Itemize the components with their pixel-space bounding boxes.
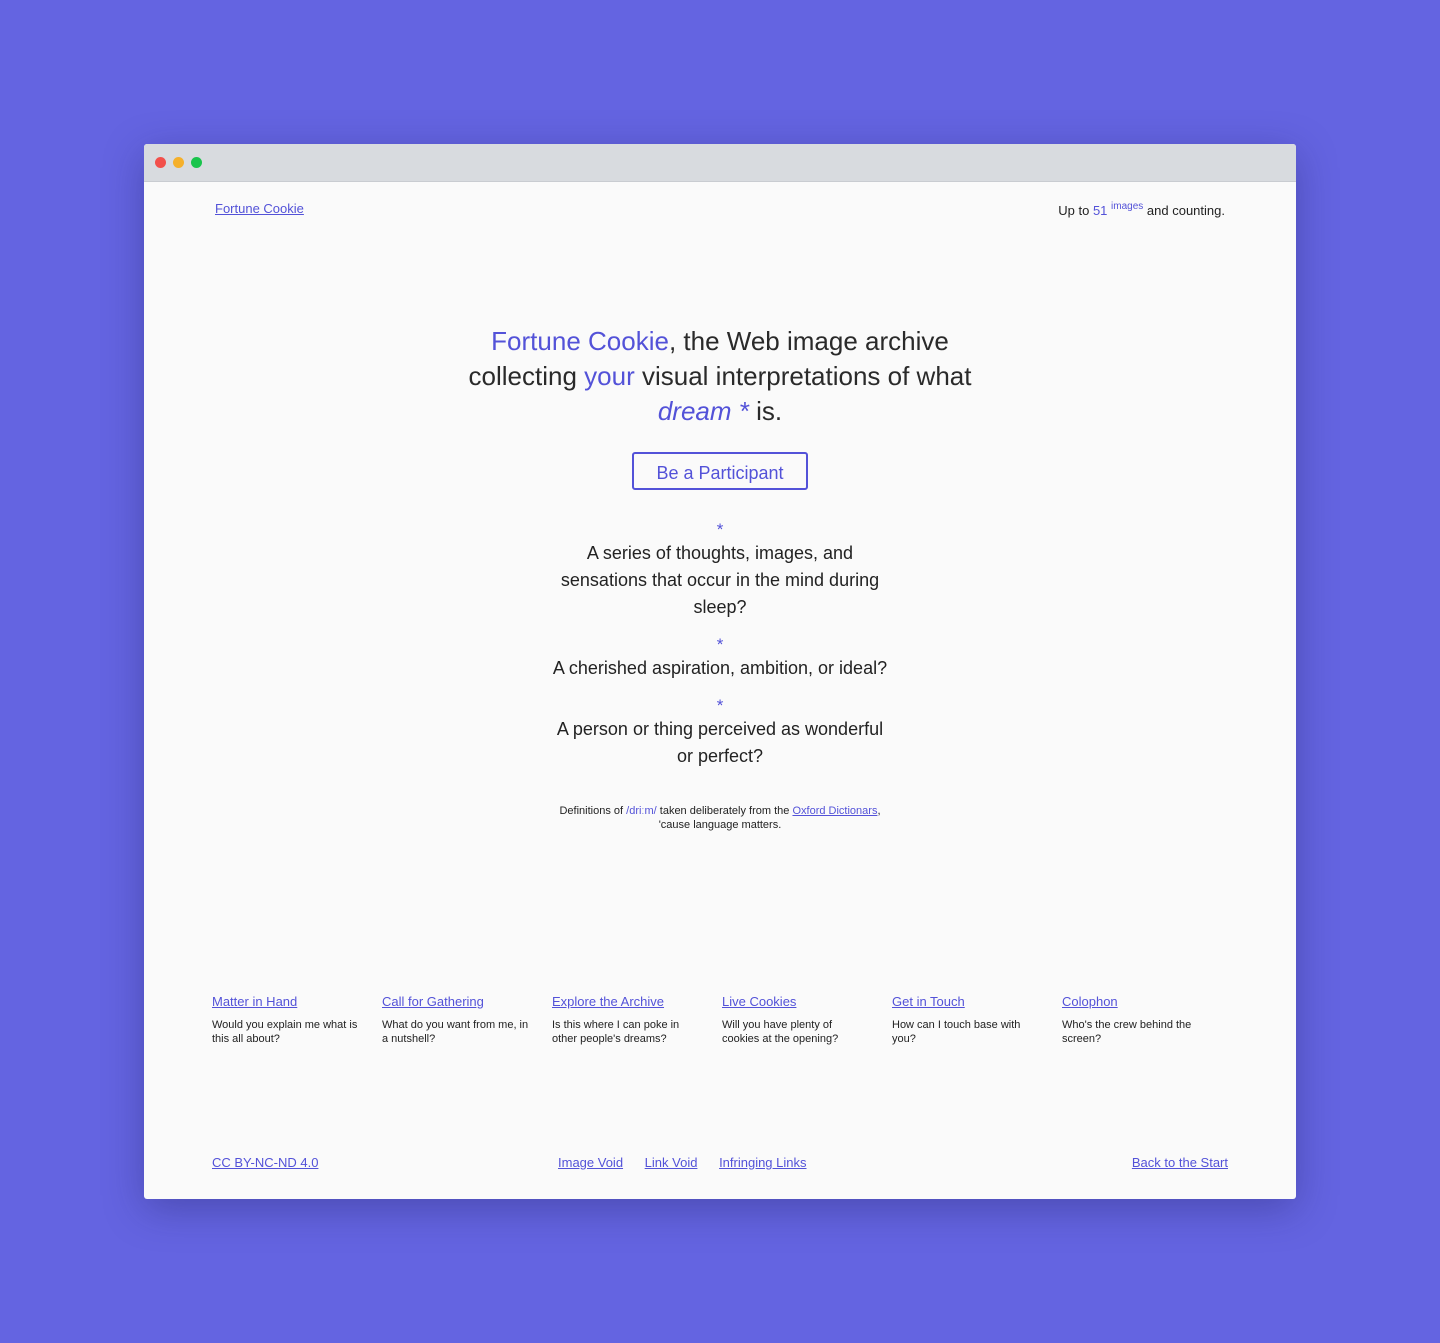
column-get-in-touch: Get in Touch How can I touch base with y… bbox=[892, 994, 1062, 1046]
maximize-window-button[interactable] bbox=[191, 157, 202, 168]
feature-columns: Matter in Hand Would you explain me what… bbox=[212, 994, 1232, 1046]
image-void-link[interactable]: Image Void bbox=[558, 1155, 623, 1170]
link-void-link[interactable]: Link Void bbox=[645, 1155, 698, 1170]
definition-item: * A person or thing perceived as wonderf… bbox=[550, 696, 890, 770]
get-in-touch-link[interactable]: Get in Touch bbox=[892, 994, 1062, 1009]
minimize-window-button[interactable] bbox=[173, 157, 184, 168]
site-home-link[interactable]: Fortune Cookie bbox=[215, 201, 304, 216]
infringing-links-link[interactable]: Infringing Links bbox=[719, 1155, 806, 1170]
matter-in-hand-link[interactable]: Matter in Hand bbox=[212, 994, 382, 1009]
asterisk-icon: * bbox=[716, 696, 724, 715]
hero-section: Fortune Cookie, the Web image archive co… bbox=[144, 324, 1296, 832]
column-colophon: Colophon Who's the crew behind the scree… bbox=[1062, 994, 1232, 1046]
image-count: Up to 51 images and counting. bbox=[1058, 201, 1225, 218]
column-call-for-gathering: Call for Gathering What do you want from… bbox=[382, 994, 552, 1046]
definition-item: * A cherished aspiration, ambition, or i… bbox=[550, 635, 890, 682]
window-titlebar bbox=[144, 144, 1296, 182]
back-to-start-link[interactable]: Back to the Start bbox=[1132, 1155, 1228, 1170]
explore-archive-link[interactable]: Explore the Archive bbox=[552, 994, 722, 1009]
asterisk-icon: * bbox=[716, 635, 724, 654]
live-cookies-link[interactable]: Live Cookies bbox=[722, 994, 892, 1009]
image-count-value: 51 bbox=[1092, 203, 1108, 218]
column-live-cookies: Live Cookies Will you have plenty of coo… bbox=[722, 994, 892, 1046]
phonetic-spelling: /driːm/ bbox=[626, 805, 657, 817]
headline: Fortune Cookie, the Web image archive co… bbox=[468, 326, 972, 426]
column-matter-in-hand: Matter in Hand Would you explain me what… bbox=[212, 994, 382, 1046]
footer-links: Image Void Link Void Infringing Links bbox=[558, 1155, 825, 1170]
definitions-source: Definitions of /driːm/ taken deliberatel… bbox=[559, 805, 881, 831]
license-link[interactable]: CC BY-NC-ND 4.0 bbox=[212, 1155, 318, 1170]
call-for-gathering-link[interactable]: Call for Gathering bbox=[382, 994, 552, 1009]
asterisk-icon: * bbox=[716, 520, 724, 539]
colophon-link[interactable]: Colophon bbox=[1062, 994, 1232, 1009]
definition-item: * A series of thoughts, images, and sens… bbox=[550, 520, 890, 621]
close-window-button[interactable] bbox=[155, 157, 166, 168]
oxford-dictionaries-link[interactable]: Oxford Dictionars bbox=[792, 805, 877, 817]
column-explore-archive: Explore the Archive Is this where I can … bbox=[552, 994, 722, 1046]
be-participant-button[interactable]: Be a Participant bbox=[632, 452, 808, 490]
browser-window: Fortune Cookie Up to 51 images and count… bbox=[144, 144, 1296, 1199]
definitions-list: * A series of thoughts, images, and sens… bbox=[550, 520, 890, 770]
